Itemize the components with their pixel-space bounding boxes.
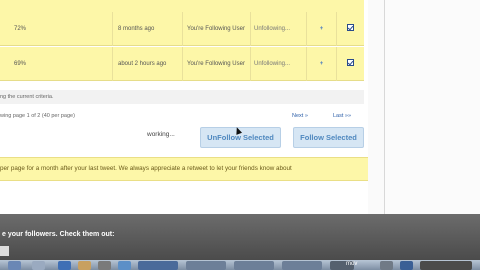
select-cell xyxy=(336,12,364,46)
last-tweet-cell: 8 months ago xyxy=(112,12,182,46)
dock-app-icon[interactable] xyxy=(234,261,274,270)
dock-app-icon[interactable] xyxy=(138,261,178,270)
action-status-cell: Unfollowing... xyxy=(250,12,306,46)
dock-app-icon[interactable] xyxy=(186,261,226,270)
percent-cell: 72% xyxy=(14,26,27,32)
plus-icon[interactable]: + xyxy=(306,12,336,46)
dock-app-icon[interactable] xyxy=(118,261,131,270)
select-cell xyxy=(336,47,364,81)
criteria-note: ng the current criteria. xyxy=(0,90,364,104)
dock: mov xyxy=(0,260,480,270)
dock-app-icon[interactable] xyxy=(380,261,393,270)
main-content: 72% 8 months ago You're Following User U… xyxy=(0,0,368,214)
percent-cell: 69% xyxy=(14,61,27,67)
status-cell: You're Following User xyxy=(182,12,250,46)
dock-item-label: mov xyxy=(346,261,358,267)
table-row: 69% about 2 hours ago You're Following U… xyxy=(0,47,364,81)
dock-app-icon[interactable] xyxy=(420,261,472,270)
pagination: wing page 1 of 2 (40 per page) Next » La… xyxy=(0,110,364,122)
dock-app-icon[interactable] xyxy=(98,261,111,270)
dock-app-icon[interactable] xyxy=(58,261,71,270)
bottom-message: e your followers. Check them out: xyxy=(2,231,115,238)
page-info: wing page 1 of 2 (40 per page) xyxy=(0,113,75,119)
table-row: 72% 8 months ago You're Following User U… xyxy=(0,12,364,46)
bottom-overlay-bar: e your followers. Check them out: xyxy=(0,214,480,260)
next-page-link[interactable]: Next » xyxy=(292,110,308,122)
status-cell: You're Following User xyxy=(182,47,250,81)
browser-page: 72% 8 months ago You're Following User U… xyxy=(0,0,480,214)
last-page-link[interactable]: Last »» xyxy=(333,110,351,122)
table-row-partial xyxy=(0,0,364,12)
dock-app-icon[interactable] xyxy=(282,261,322,270)
dock-app-icon[interactable] xyxy=(32,261,45,270)
row-checkbox[interactable] xyxy=(347,24,354,31)
last-tweet-cell: about 2 hours ago xyxy=(112,47,182,81)
right-sidebar xyxy=(385,0,480,214)
plus-icon[interactable]: + xyxy=(306,47,336,81)
dock-app-icon[interactable] xyxy=(78,261,91,270)
dock-app-icon[interactable] xyxy=(8,261,21,270)
working-indicator: working... xyxy=(147,131,175,138)
action-status-cell: Unfollowing... xyxy=(250,47,306,81)
notice-banner: per page for a month after your last twe… xyxy=(0,157,368,181)
follow-selected-button[interactable]: Follow Selected xyxy=(293,127,364,148)
overlay-tab[interactable] xyxy=(0,246,9,256)
row-checkbox[interactable] xyxy=(347,59,354,66)
dock-app-icon[interactable] xyxy=(400,261,413,270)
